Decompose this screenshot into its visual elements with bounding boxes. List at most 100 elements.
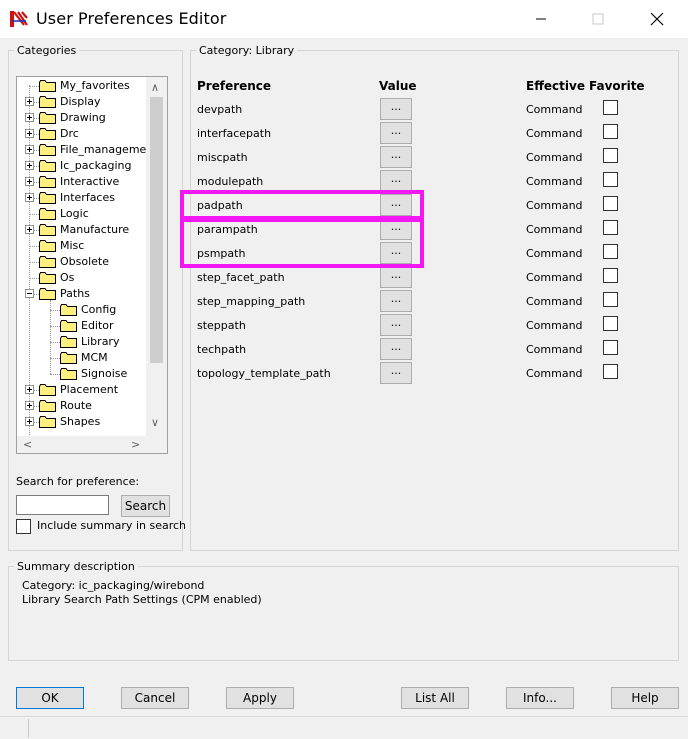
- tree-item-route[interactable]: Route: [17, 398, 157, 414]
- pref-effective-modulepath: Command: [526, 175, 583, 188]
- help-button[interactable]: Help: [611, 687, 679, 709]
- window-title: User Preferences Editor: [36, 9, 227, 28]
- expand-plus-icon[interactable]: [25, 161, 34, 170]
- scroll-left-arrow-icon[interactable]: <: [23, 439, 32, 450]
- pref-favorite-checkbox-miscpath[interactable]: [603, 148, 618, 163]
- tree-item-drawing[interactable]: Drawing: [17, 110, 157, 126]
- scroll-right-arrow-icon[interactable]: >: [131, 439, 140, 450]
- expand-plus-icon[interactable]: [25, 193, 34, 202]
- folder-icon: [39, 80, 56, 92]
- expand-plus-icon[interactable]: [25, 225, 34, 234]
- tree-item-config[interactable]: Config: [17, 302, 157, 318]
- tree-item-interactive[interactable]: Interactive: [17, 174, 157, 190]
- tree-item-shapes[interactable]: Shapes: [17, 414, 157, 430]
- list-all-button[interactable]: List All: [401, 687, 469, 709]
- expand-plus-icon[interactable]: [25, 385, 34, 394]
- scroll-down-arrow-icon[interactable]: ∨: [151, 417, 159, 428]
- tree-item-label: Obsolete: [60, 255, 110, 268]
- search-input[interactable]: [16, 495, 109, 515]
- tree-horizontal-scrollbar[interactable]: < >: [17, 436, 167, 453]
- expand-plus-icon[interactable]: [25, 401, 34, 410]
- category-tree[interactable]: My_favorites Display Drawing Drc File_manage…: [16, 76, 168, 454]
- close-icon[interactable]: [646, 8, 668, 30]
- pref-value-button-topology_template_path[interactable]: ...: [380, 362, 412, 384]
- minimize-icon[interactable]: [530, 8, 552, 30]
- tree-item-label: Display: [60, 95, 101, 108]
- folder-icon: [39, 416, 56, 428]
- tree-scroll-thumb[interactable]: [150, 97, 163, 363]
- cancel-button[interactable]: Cancel: [121, 687, 189, 709]
- pref-value-button-devpath[interactable]: ...: [380, 98, 412, 120]
- folder-icon: [39, 224, 56, 236]
- pref-favorite-checkbox-step_facet_path[interactable]: [603, 268, 618, 283]
- tree-vertical-scrollbar[interactable]: ∧ ∨: [146, 77, 167, 437]
- folder-icon: [39, 160, 56, 172]
- tree-item-signoise[interactable]: Signoise: [17, 366, 157, 382]
- pref-favorite-checkbox-modulepath[interactable]: [603, 172, 618, 187]
- pref-favorite-checkbox-step_mapping_path[interactable]: [603, 292, 618, 307]
- tree-item-file_management[interactable]: File_management: [17, 142, 158, 158]
- include-summary-checkbox[interactable]: [16, 519, 31, 534]
- apply-button[interactable]: Apply: [226, 687, 294, 709]
- folder-icon: [39, 192, 56, 204]
- expand-plus-icon[interactable]: [25, 417, 34, 426]
- search-button[interactable]: Search: [121, 495, 170, 517]
- collapse-minus-icon[interactable]: [25, 289, 34, 298]
- expand-plus-icon[interactable]: [25, 113, 34, 122]
- pref-value-button-steppath[interactable]: ...: [380, 314, 412, 336]
- status-bar-divider: [28, 719, 29, 738]
- ok-button[interactable]: OK: [16, 687, 84, 709]
- pref-value-button-step_mapping_path[interactable]: ...: [380, 290, 412, 312]
- tree-item-library[interactable]: Library: [17, 334, 157, 350]
- tree-item-placement[interactable]: Placement: [17, 382, 157, 398]
- tree-item-paths[interactable]: Paths: [17, 286, 157, 302]
- pref-effective-techpath: Command: [526, 343, 583, 356]
- pref-favorite-checkbox-techpath[interactable]: [603, 340, 618, 355]
- scrollbar-corner: [146, 436, 167, 453]
- pref-favorite-checkbox-parampath[interactable]: [603, 220, 618, 235]
- pref-favorite-checkbox-topology_template_path[interactable]: [603, 364, 618, 379]
- header-preference: Preference: [197, 79, 272, 93]
- expand-plus-icon[interactable]: [25, 145, 34, 154]
- pref-favorite-checkbox-padpath[interactable]: [603, 196, 618, 211]
- tree-item-drc[interactable]: Drc: [17, 126, 157, 142]
- expand-plus-icon[interactable]: [25, 97, 34, 106]
- tree-item-label: Config: [81, 303, 117, 316]
- pref-favorite-checkbox-steppath[interactable]: [603, 316, 618, 331]
- pref-value-button-modulepath[interactable]: ...: [380, 170, 412, 192]
- tree-item-obsolete[interactable]: Obsolete: [17, 254, 157, 270]
- tree-item-logic[interactable]: Logic: [17, 206, 157, 222]
- highlight-box-padpath: [180, 190, 424, 220]
- scroll-up-arrow-icon[interactable]: ∧: [151, 82, 159, 93]
- tree-item-label: MCM: [81, 351, 108, 364]
- info-button[interactable]: Info...: [506, 687, 574, 709]
- pref-favorite-checkbox-psmpath[interactable]: [603, 244, 618, 259]
- tree-branch-line: [29, 86, 39, 87]
- tree-item-label: Misc: [60, 239, 85, 252]
- tree-item-label: My_favorites: [60, 79, 130, 92]
- tree-item-my_favorites[interactable]: My_favorites: [17, 78, 157, 94]
- tree-item-manufacture[interactable]: Manufacture: [17, 222, 157, 238]
- highlight-box-parampath-psmpath: [180, 218, 424, 268]
- expand-plus-icon[interactable]: [25, 177, 34, 186]
- summary-label: Summary description: [14, 560, 138, 574]
- pref-value-button-interfacepath[interactable]: ...: [380, 122, 412, 144]
- pref-favorite-checkbox-devpath[interactable]: [603, 100, 618, 115]
- pref-value-button-techpath[interactable]: ...: [380, 338, 412, 360]
- tree-item-ic_packaging[interactable]: Ic_packaging: [17, 158, 157, 174]
- folder-icon: [60, 368, 77, 380]
- tree-item-label: Drc: [60, 127, 79, 140]
- tree-branch-line: [29, 278, 39, 279]
- tree-item-interfaces[interactable]: Interfaces: [17, 190, 157, 206]
- tree-item-mcm[interactable]: MCM: [17, 350, 157, 366]
- tree-item-editor[interactable]: Editor: [17, 318, 157, 334]
- title-bar[interactable]: User Preferences Editor: [0, 0, 688, 38]
- pref-favorite-checkbox-interfacepath[interactable]: [603, 124, 618, 139]
- expand-plus-icon[interactable]: [25, 129, 34, 138]
- pref-value-button-step_facet_path[interactable]: ...: [380, 266, 412, 288]
- tree-item-label: Route: [60, 399, 92, 412]
- pref-value-button-miscpath[interactable]: ...: [380, 146, 412, 168]
- tree-item-display[interactable]: Display: [17, 94, 157, 110]
- tree-item-misc[interactable]: Misc: [17, 238, 157, 254]
- tree-item-os[interactable]: Os: [17, 270, 157, 286]
